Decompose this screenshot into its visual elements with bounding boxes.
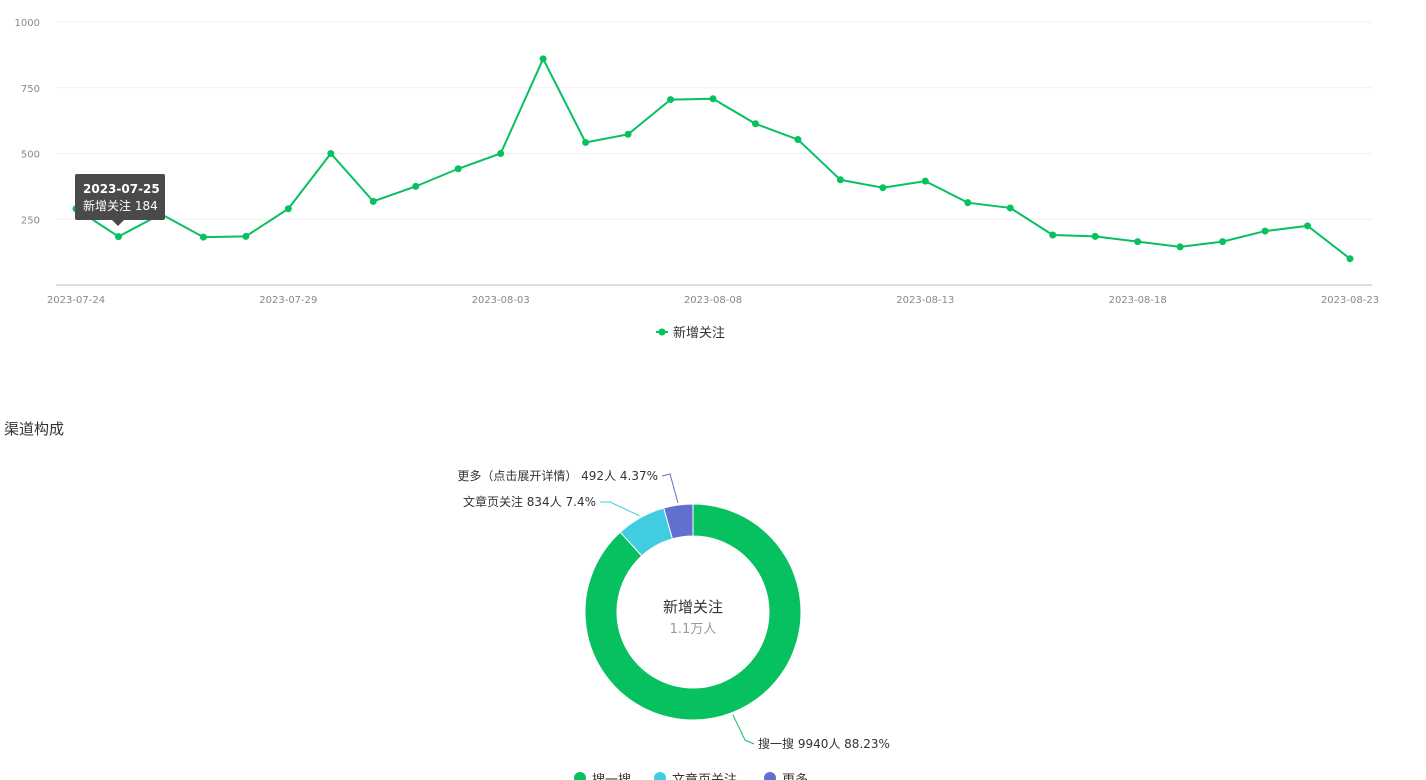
section-title: 渠道构成: [4, 420, 65, 438]
data-point[interactable]: [879, 184, 887, 192]
y-tick-label: 1000: [15, 18, 40, 29]
data-point[interactable]: [964, 199, 972, 207]
data-point[interactable]: [539, 55, 547, 63]
data-point[interactable]: [369, 197, 377, 205]
y-tick-label: 500: [21, 150, 40, 161]
data-point[interactable]: [1134, 238, 1142, 246]
data-point[interactable]: [1304, 222, 1312, 230]
slice-label: 搜一搜 9940人 88.23%: [758, 736, 890, 751]
legend-marker[interactable]: [658, 328, 666, 336]
legend-swatch[interactable]: [764, 772, 776, 780]
data-point[interactable]: [114, 233, 122, 241]
data-point[interactable]: [1176, 243, 1184, 251]
line-chart: 1000750500250 2023-07-24 2023-07-29 2023-0…: [15, 18, 1380, 341]
data-point[interactable]: [794, 136, 802, 144]
data-point[interactable]: [1261, 227, 1269, 235]
data-point[interactable]: [836, 176, 844, 184]
data-point[interactable]: [1346, 255, 1354, 263]
legend-label[interactable]: 新增关注: [673, 325, 725, 341]
slice-label-line: [661, 473, 679, 504]
x-tick-label: 2023-07-24: [47, 295, 105, 306]
y-axis-ticks: 1000 750 500 250: [15, 18, 40, 226]
x-axis-ticks: 2023-07-24 2023-07-29 2023-08-03 2023-08-08…: [47, 295, 1379, 306]
tooltip-date: 2023-07-25: [83, 182, 160, 196]
data-point[interactable]: [624, 130, 632, 138]
series-line: [75, 56, 1351, 260]
data-point[interactable]: [709, 95, 717, 103]
data-point[interactable]: [1049, 231, 1057, 239]
data-point[interactable]: [454, 165, 462, 173]
slice-label-line: [732, 714, 755, 745]
x-tick-label: 2023-08-18: [1109, 295, 1167, 306]
x-tick-label: 2023-08-08: [684, 295, 742, 306]
slice-label-line: [600, 501, 640, 517]
y-tick-label: 750: [21, 84, 40, 95]
tooltip-arrow: [112, 220, 124, 226]
slice-label[interactable]: 更多（点击展开详情） 492人 4.37%: [457, 468, 658, 483]
y-tick-label: 250: [21, 215, 40, 226]
legend-swatch[interactable]: [574, 772, 586, 780]
legend-label[interactable]: 搜一搜: [592, 773, 631, 780]
data-point[interactable]: [1091, 232, 1099, 240]
x-tick-label: 2023-07-29: [259, 295, 317, 306]
data-point[interactable]: [667, 96, 675, 104]
donut-center-value: 1.1万人: [670, 622, 717, 637]
x-tick-label: 2023-08-03: [472, 295, 530, 306]
legend-label[interactable]: 文章页关注: [672, 772, 737, 780]
data-point[interactable]: [199, 233, 207, 241]
donut-center-label: 新增关注: [663, 598, 723, 616]
data-point[interactable]: [921, 177, 929, 185]
slice-label: 文章页关注 834人 7.4%: [463, 494, 596, 509]
data-point[interactable]: [582, 138, 590, 146]
legend-label[interactable]: 更多: [782, 772, 808, 780]
legend-swatch[interactable]: [654, 772, 666, 780]
donut-chart: 搜一搜 9940人 88.23% 文章页关注 834人 7.4% 更多（点击展开详情…: [457, 468, 890, 780]
tooltip: 2023-07-25 新增关注 184: [75, 174, 165, 226]
data-point[interactable]: [1006, 204, 1014, 212]
data-point[interactable]: [327, 150, 335, 157]
tooltip-value: 新增关注 184: [83, 199, 158, 213]
data-point[interactable]: [412, 182, 420, 190]
x-tick-label: 2023-08-23: [1321, 295, 1379, 306]
line-legend[interactable]: 新增关注: [656, 325, 725, 341]
data-point[interactable]: [242, 232, 250, 240]
data-point[interactable]: [1219, 238, 1227, 246]
donut-legend[interactable]: 搜一搜 文章页关注 更多: [574, 772, 808, 780]
data-point[interactable]: [751, 120, 759, 128]
data-point[interactable]: [284, 205, 292, 213]
line-series: [72, 55, 1354, 263]
x-tick-label: 2023-08-13: [896, 295, 954, 306]
data-point[interactable]: [497, 150, 505, 157]
